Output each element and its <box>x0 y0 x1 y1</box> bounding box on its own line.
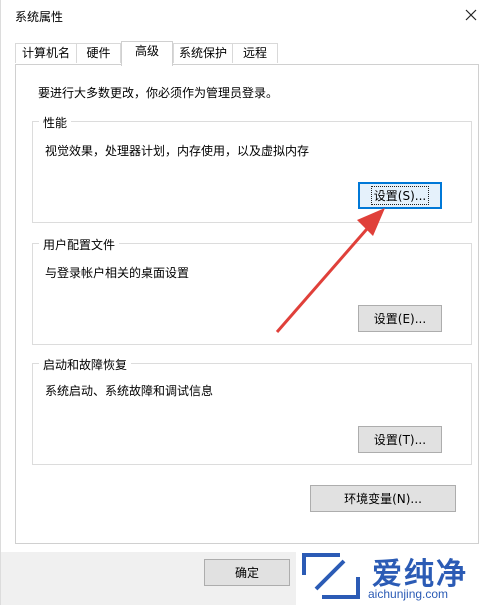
user-profiles-group: 用户配置文件 与登录帐户相关的桌面设置 设置(E)... <box>32 236 472 345</box>
performance-description: 视觉效果，处理器计划，内存使用，以及虚拟内存 <box>45 144 310 158</box>
startup-recovery-group: 启动和故障恢复 系统启动、系统故障和调试信息 设置(T)... <box>32 356 472 465</box>
tab-computer-name[interactable]: 计算机名 <box>15 43 77 63</box>
startup-recovery-title: 启动和故障恢复 <box>39 356 132 373</box>
close-icon <box>465 9 477 21</box>
tab-advanced[interactable]: 高级 <box>121 41 173 66</box>
system-properties-dialog: 系统属性 计算机名 硬件 高级 系统保护 远程 要进行大多数更改，你必须作为管理… <box>0 0 493 605</box>
performance-group: 性能 视觉效果，处理器计划，内存使用，以及虚拟内存 设置(S)... <box>32 114 472 223</box>
title-bar: 系统属性 <box>1 0 493 32</box>
window-title: 系统属性 <box>15 10 64 24</box>
advanced-tab-panel: 要进行大多数更改，你必须作为管理员登录。 性能 视觉效果，处理器计划，内存使用，… <box>15 64 479 544</box>
startup-recovery-settings-button[interactable]: 设置(T)... <box>358 426 442 453</box>
watermark-domain: aichunjing.com <box>368 587 449 601</box>
tab-hardware[interactable]: 硬件 <box>76 43 121 63</box>
admin-note: 要进行大多数更改，你必须作为管理员登录。 <box>38 86 279 100</box>
user-profiles-description: 与登录帐户相关的桌面设置 <box>45 266 190 280</box>
user-profiles-settings-button[interactable]: 设置(E)... <box>358 305 442 332</box>
user-profiles-title: 用户配置文件 <box>39 236 120 253</box>
close-button[interactable] <box>460 4 482 26</box>
tab-system-protection[interactable]: 系统保护 <box>173 43 233 63</box>
performance-settings-button[interactable]: 设置(S)... <box>358 182 442 209</box>
tab-remote[interactable]: 远程 <box>232 43 278 63</box>
watermark-logo-icon <box>302 553 360 599</box>
performance-title: 性能 <box>39 114 72 131</box>
ok-button[interactable]: 确定 <box>204 559 290 586</box>
environment-variables-button[interactable]: 环境变量(N)... <box>310 485 456 512</box>
startup-recovery-description: 系统启动、系统故障和调试信息 <box>45 384 214 398</box>
watermark: 爱纯净 aichunjing.com <box>296 547 493 605</box>
